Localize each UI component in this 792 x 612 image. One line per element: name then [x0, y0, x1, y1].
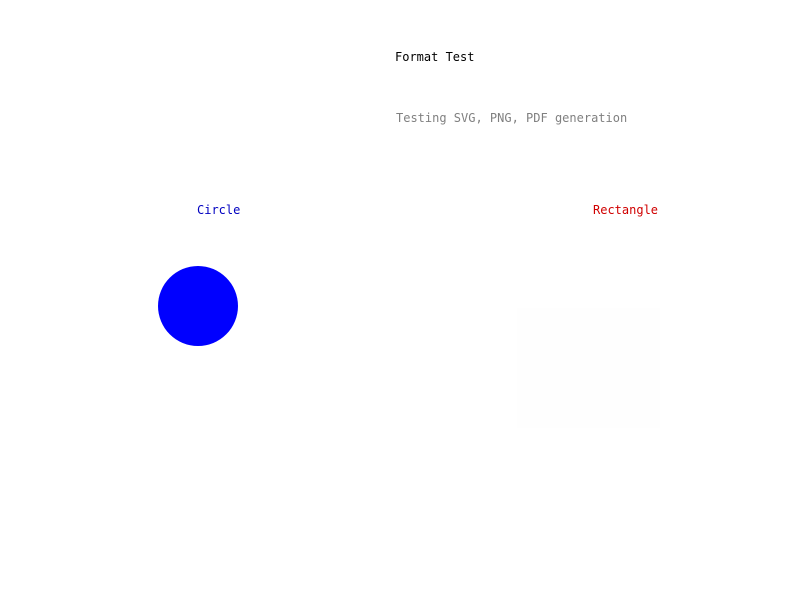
shapes-layer	[158, 266, 660, 428]
circle-shape	[158, 266, 238, 346]
canvas: Format Test Testing SVG, PNG, PDF genera…	[0, 0, 792, 612]
rectangle-shape	[517, 308, 660, 428]
